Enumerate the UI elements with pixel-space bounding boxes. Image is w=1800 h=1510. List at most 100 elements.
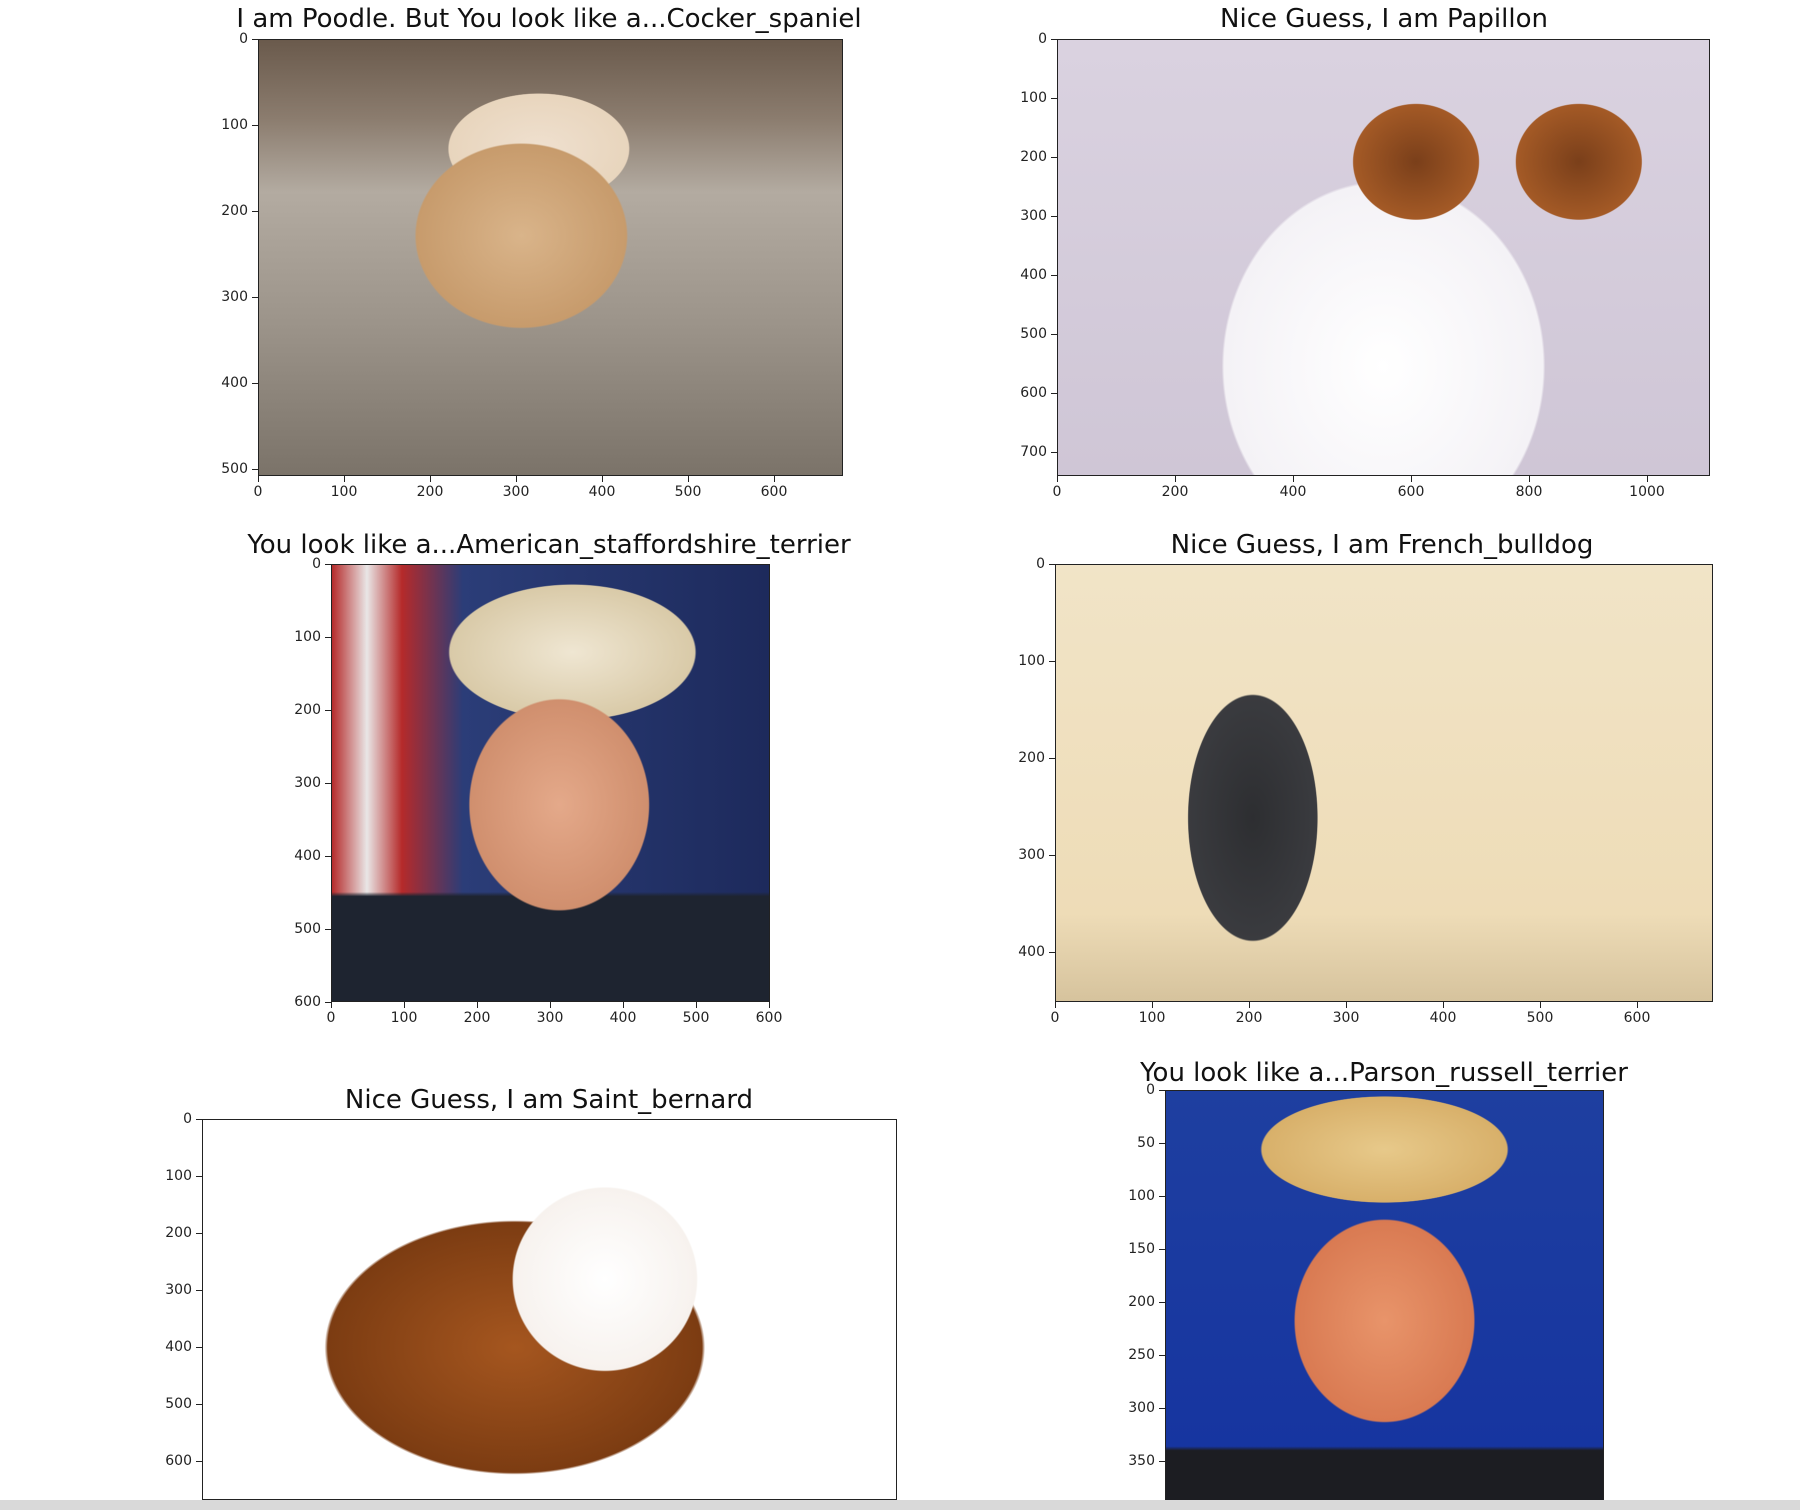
x-tick-mark — [696, 1002, 697, 1008]
x-tick-label: 600 — [755, 1010, 783, 1026]
y-tick-label: 300 — [165, 1282, 192, 1298]
y-tick-label: 100 — [165, 1168, 192, 1184]
y-tick-label: 300 — [1128, 1400, 1155, 1416]
x-tick-mark — [1529, 476, 1530, 482]
x-tick-label: 500 — [682, 1010, 710, 1026]
x-tick-mark — [1249, 1002, 1250, 1008]
y-tick-label: 100 — [1128, 1188, 1155, 1204]
man-portrait-blue-background — [1165, 1090, 1604, 1510]
x-tick-label: 600 — [760, 484, 788, 500]
x-tick-label: 800 — [1515, 484, 1543, 500]
y-tick-label: 0 — [1036, 556, 1045, 572]
x-tick-mark — [1057, 476, 1058, 482]
y-tick-mark — [1051, 334, 1057, 335]
subplot-title: You look like a...Parson_russell_terrier — [1140, 1058, 1628, 1088]
x-tick-mark — [774, 476, 775, 482]
x-tick-label: 100 — [330, 484, 358, 500]
y-tick-label: 200 — [294, 702, 321, 718]
smiling-man-portrait-flag — [331, 564, 770, 1002]
subplot-title: Nice Guess, I am Papillon — [1220, 4, 1548, 34]
y-tick-mark — [1051, 216, 1057, 217]
y-tick-mark — [325, 564, 331, 565]
saint-bernard-dog-photo — [202, 1119, 897, 1500]
x-tick-mark — [688, 476, 689, 482]
x-tick-mark — [623, 1002, 624, 1008]
x-tick-label: 200 — [463, 1010, 491, 1026]
y-tick-label: 500 — [221, 461, 248, 477]
papillon-dog-photo — [1057, 39, 1710, 476]
x-tick-mark — [1346, 1002, 1347, 1008]
y-tick-mark — [252, 297, 258, 298]
y-tick-mark — [325, 929, 331, 930]
x-tick-mark — [344, 476, 345, 482]
x-tick-mark — [769, 1002, 770, 1008]
french-bulldog-photo — [1055, 564, 1713, 1002]
x-tick-mark — [477, 1002, 478, 1008]
window-bottom-edge — [0, 1500, 1800, 1510]
y-tick-mark — [1051, 393, 1057, 394]
y-tick-label: 300 — [1018, 847, 1045, 863]
y-tick-label: 200 — [221, 203, 248, 219]
poodle-dog-photo — [258, 39, 843, 476]
x-tick-mark — [1540, 1002, 1541, 1008]
x-tick-label: 200 — [416, 484, 444, 500]
y-tick-mark — [252, 211, 258, 212]
x-tick-label: 400 — [588, 484, 616, 500]
y-tick-mark — [1049, 758, 1055, 759]
x-tick-label: 400 — [609, 1010, 637, 1026]
y-tick-mark — [1049, 661, 1055, 662]
y-tick-label: 300 — [221, 289, 248, 305]
y-tick-mark — [196, 1119, 202, 1120]
x-tick-mark — [1175, 476, 1176, 482]
x-tick-label: 500 — [1526, 1010, 1554, 1026]
y-tick-label: 200 — [1128, 1294, 1155, 1310]
x-tick-mark — [1637, 1002, 1638, 1008]
x-tick-label: 300 — [502, 484, 530, 500]
y-tick-label: 100 — [221, 117, 248, 133]
y-tick-mark — [1159, 1090, 1165, 1091]
y-tick-mark — [252, 125, 258, 126]
y-tick-mark — [1159, 1461, 1165, 1462]
y-tick-mark — [196, 1461, 202, 1462]
y-tick-mark — [196, 1233, 202, 1234]
y-tick-label: 500 — [1020, 326, 1047, 342]
y-tick-mark — [1051, 39, 1057, 40]
x-tick-mark — [1055, 1002, 1056, 1008]
y-tick-mark — [196, 1404, 202, 1405]
subplot-title: I am Poodle. But You look like a...Cocke… — [236, 4, 862, 34]
x-tick-label: 300 — [1332, 1010, 1360, 1026]
y-tick-label: 600 — [165, 1453, 192, 1469]
y-tick-mark — [252, 383, 258, 384]
x-tick-label: 600 — [1623, 1010, 1651, 1026]
y-tick-label: 50 — [1137, 1135, 1155, 1151]
x-tick-mark — [1647, 476, 1648, 482]
y-tick-mark — [325, 783, 331, 784]
x-tick-label: 200 — [1235, 1010, 1263, 1026]
y-tick-label: 300 — [1020, 208, 1047, 224]
subplot-title: Nice Guess, I am Saint_bernard — [344, 1085, 754, 1115]
y-tick-label: 250 — [1128, 1347, 1155, 1363]
y-tick-label: 0 — [1146, 1082, 1155, 1098]
y-tick-label: 400 — [1020, 267, 1047, 283]
x-tick-mark — [516, 476, 517, 482]
y-tick-label: 400 — [294, 848, 321, 864]
x-tick-label: 100 — [1138, 1010, 1166, 1026]
x-tick-label: 0 — [1052, 484, 1062, 500]
y-tick-mark — [1049, 855, 1055, 856]
x-tick-label: 0 — [326, 1010, 336, 1026]
y-tick-label: 100 — [294, 629, 321, 645]
y-tick-mark — [1049, 564, 1055, 565]
x-tick-label: 200 — [1161, 484, 1189, 500]
y-tick-mark — [252, 469, 258, 470]
y-tick-label: 600 — [1020, 385, 1047, 401]
x-tick-mark — [404, 1002, 405, 1008]
x-tick-label: 300 — [536, 1010, 564, 1026]
y-tick-mark — [1049, 952, 1055, 953]
y-tick-mark — [325, 856, 331, 857]
x-tick-mark — [1152, 1002, 1153, 1008]
y-tick-mark — [1159, 1143, 1165, 1144]
x-tick-label: 500 — [674, 484, 702, 500]
x-tick-label: 0 — [253, 484, 263, 500]
y-tick-mark — [325, 637, 331, 638]
x-tick-label: 400 — [1279, 484, 1307, 500]
